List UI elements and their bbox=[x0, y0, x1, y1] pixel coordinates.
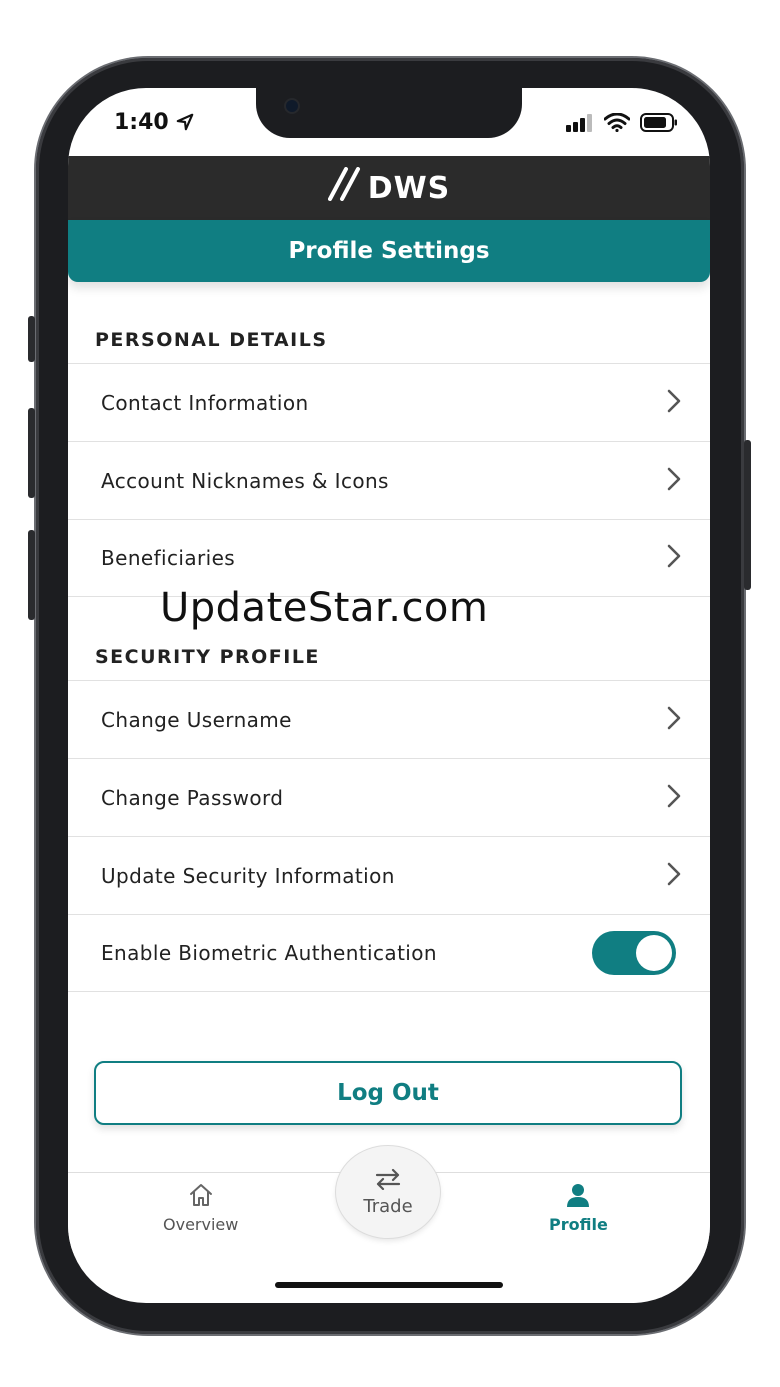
dws-logo-mark-icon bbox=[327, 167, 364, 209]
logout-label: Log Out bbox=[337, 1080, 439, 1106]
biometric-toggle[interactable] bbox=[592, 931, 676, 975]
chevron-right-icon bbox=[666, 388, 682, 418]
biometric-label: Enable Biometric Authentication bbox=[101, 941, 437, 965]
status-icons bbox=[566, 112, 678, 136]
menu-item-account-nicknames[interactable]: Account Nicknames & Icons bbox=[68, 441, 710, 519]
side-button-volume-up bbox=[28, 408, 35, 498]
menu-item-label: Contact Information bbox=[101, 390, 309, 415]
swap-arrows-icon bbox=[373, 1168, 403, 1194]
tab-trade-label: Trade bbox=[363, 1195, 413, 1217]
dws-logo: DWS bbox=[327, 167, 451, 209]
app-header: DWS bbox=[68, 156, 710, 220]
location-arrow-icon bbox=[176, 110, 194, 135]
menu-item-label: Account Nicknames & Icons bbox=[101, 468, 389, 493]
watermark-text: UpdateStar.com bbox=[160, 585, 489, 631]
user-icon bbox=[565, 1183, 591, 1211]
menu-item-change-password[interactable]: Change Password bbox=[68, 758, 710, 836]
home-icon bbox=[188, 1183, 214, 1211]
page-title: Profile Settings bbox=[288, 238, 490, 264]
section-heading-personal-details: PERSONAL DETAILS bbox=[95, 329, 328, 351]
wifi-icon bbox=[603, 112, 631, 136]
page-title-bar: Profile Settings bbox=[68, 220, 710, 282]
home-indicator bbox=[275, 1282, 503, 1288]
chevron-right-icon bbox=[666, 783, 682, 813]
menu-item-contact-information[interactable]: Contact Information bbox=[68, 363, 710, 441]
status-time-text: 1:40 bbox=[114, 110, 169, 135]
menu-item-label: Beneficiaries bbox=[101, 546, 236, 570]
status-time: 1:40 bbox=[114, 110, 194, 135]
cellular-signal-icon bbox=[566, 113, 594, 136]
section-heading-security-profile: SECURITY PROFILE bbox=[95, 646, 320, 668]
logout-button[interactable]: Log Out bbox=[94, 1061, 682, 1125]
menu-item-label: Change Username bbox=[101, 707, 292, 732]
side-button-volume-down bbox=[28, 530, 35, 620]
setting-biometric-authentication: Enable Biometric Authentication bbox=[68, 914, 710, 992]
front-camera bbox=[286, 100, 298, 112]
chevron-right-icon bbox=[666, 705, 682, 735]
menu-item-label: Change Password bbox=[101, 785, 284, 810]
menu-item-label: Update Security Information bbox=[101, 863, 395, 888]
tab-overview[interactable]: Overview bbox=[163, 1183, 238, 1234]
tab-profile-label: Profile bbox=[549, 1215, 608, 1234]
chevron-right-icon bbox=[666, 543, 682, 573]
tab-overview-label: Overview bbox=[163, 1215, 239, 1234]
tab-trade[interactable]: Trade bbox=[336, 1146, 440, 1238]
menu-item-change-username[interactable]: Change Username bbox=[68, 680, 710, 758]
chevron-right-icon bbox=[666, 466, 682, 496]
side-button-power bbox=[744, 440, 751, 590]
menu-item-update-security-information[interactable]: Update Security Information bbox=[68, 836, 710, 914]
toggle-knob bbox=[636, 935, 672, 971]
app-screen: 1:40 DWS Profile Settings PERSONAL DETAI… bbox=[68, 88, 710, 1303]
side-button-mute bbox=[28, 316, 35, 362]
logo-text: DWS bbox=[367, 170, 451, 206]
tab-profile[interactable]: Profile bbox=[549, 1183, 608, 1234]
chevron-right-icon bbox=[666, 861, 682, 891]
battery-icon bbox=[640, 113, 678, 136]
notch bbox=[256, 88, 522, 138]
